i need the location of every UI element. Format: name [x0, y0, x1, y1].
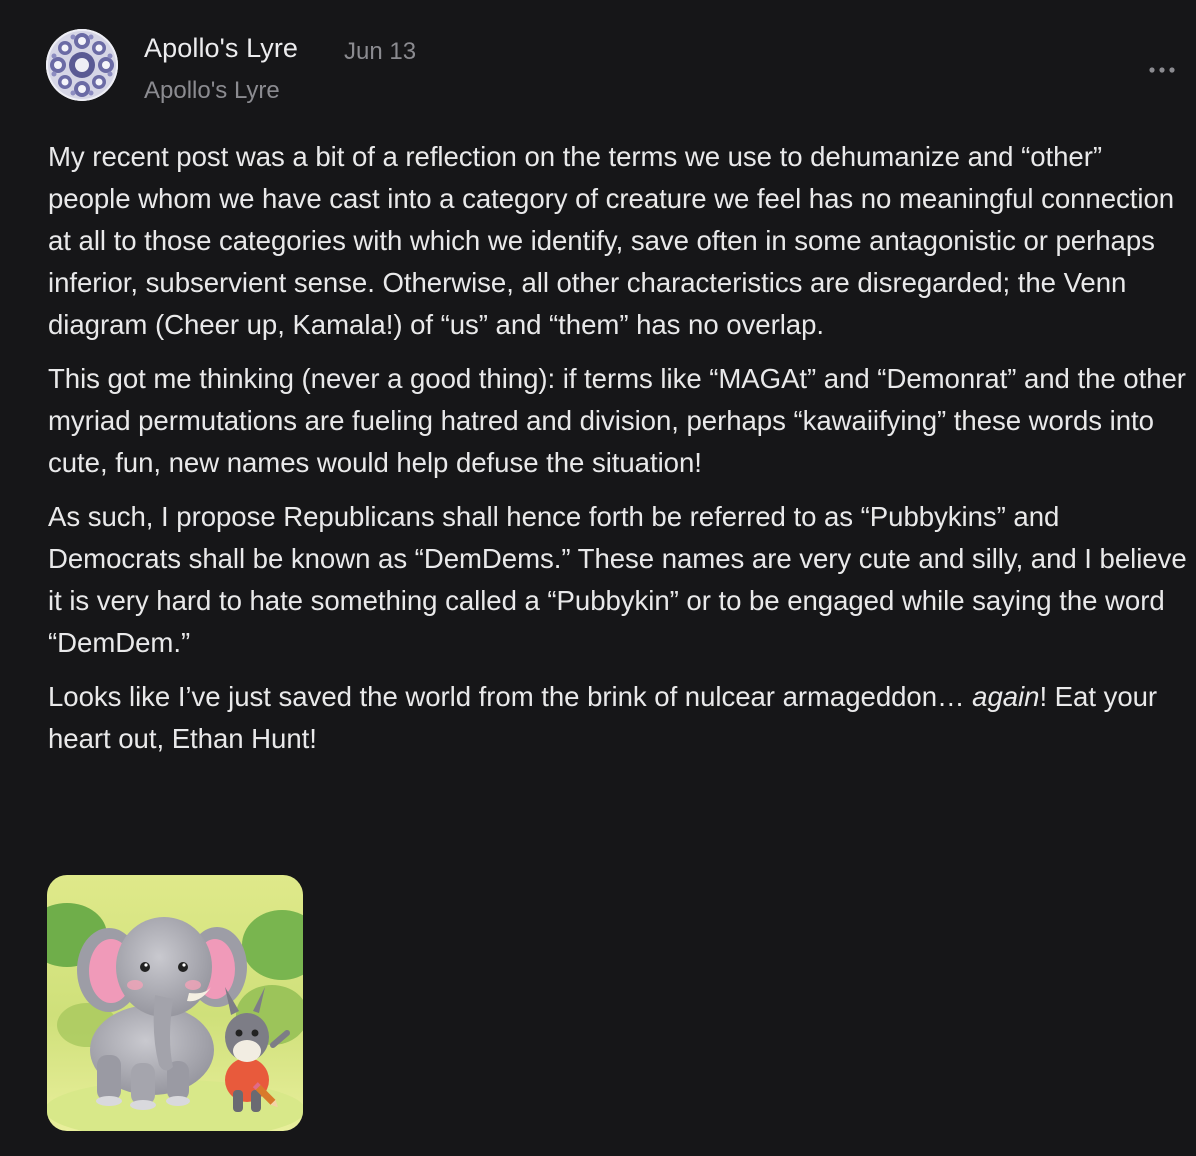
cartoon-elephant-and-donkey-image — [47, 875, 303, 1131]
note-paragraph-1: My recent post was a bit of a reflection… — [48, 141, 1175, 340]
note-paragraph-4-start: Looks like I’ve just saved the world fro… — [48, 681, 973, 712]
more-horizontal-icon — [1149, 67, 1175, 73]
note-image-attachment[interactable] — [47, 875, 303, 1131]
fractal-pattern-avatar[interactable] — [46, 29, 118, 101]
note-paragraph-4: Looks like I’ve just saved the world fro… — [48, 676, 1188, 760]
note-paragraph-3: As such, I propose Republicans shall hen… — [48, 501, 1187, 658]
note-card: Apollo's Lyre Jun 13 Apollo's Lyre My re… — [0, 0, 1196, 1156]
note-emphasis: again — [972, 681, 1040, 712]
post-date[interactable]: Jun 13 — [344, 38, 416, 66]
more-options-button[interactable] — [1146, 60, 1180, 80]
author-name[interactable]: Apollo's Lyre — [144, 33, 298, 64]
note-paragraph-2: This got me thinking (never a good thing… — [48, 363, 1186, 478]
note-body: My recent post was a bit of a reflection… — [48, 136, 1188, 772]
publication-name[interactable]: Apollo's Lyre — [144, 77, 280, 105]
